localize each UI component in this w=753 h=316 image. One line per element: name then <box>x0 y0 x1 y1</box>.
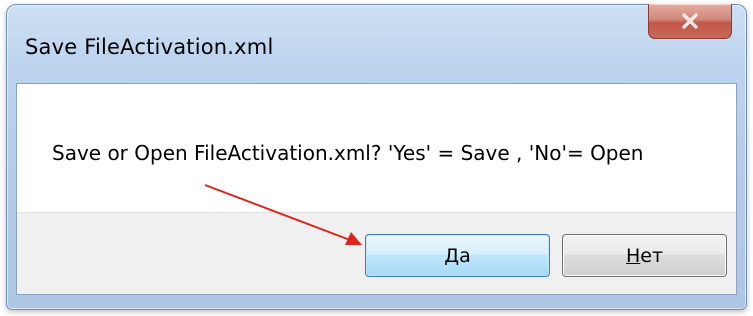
dialog-window: Save FileActivation.xml Save or Open Fil… <box>6 4 747 310</box>
close-icon <box>681 13 699 29</box>
close-button[interactable] <box>648 4 732 39</box>
no-button-mnemonic: Н <box>625 244 641 267</box>
dialog-body: Save or Open FileActivation.xml? 'Yes' =… <box>16 83 737 295</box>
window-title: Save FileActivation.xml <box>25 35 274 59</box>
yes-button-label: а <box>459 244 471 267</box>
yes-button[interactable]: Да <box>365 234 550 277</box>
button-bar: Да Нет <box>17 212 736 294</box>
no-button-label: ет <box>640 244 664 267</box>
yes-button-mnemonic: Д <box>444 244 460 267</box>
dialog-message: Save or Open FileActivation.xml? 'Yes' =… <box>52 141 644 165</box>
no-button[interactable]: Нет <box>562 234 727 277</box>
